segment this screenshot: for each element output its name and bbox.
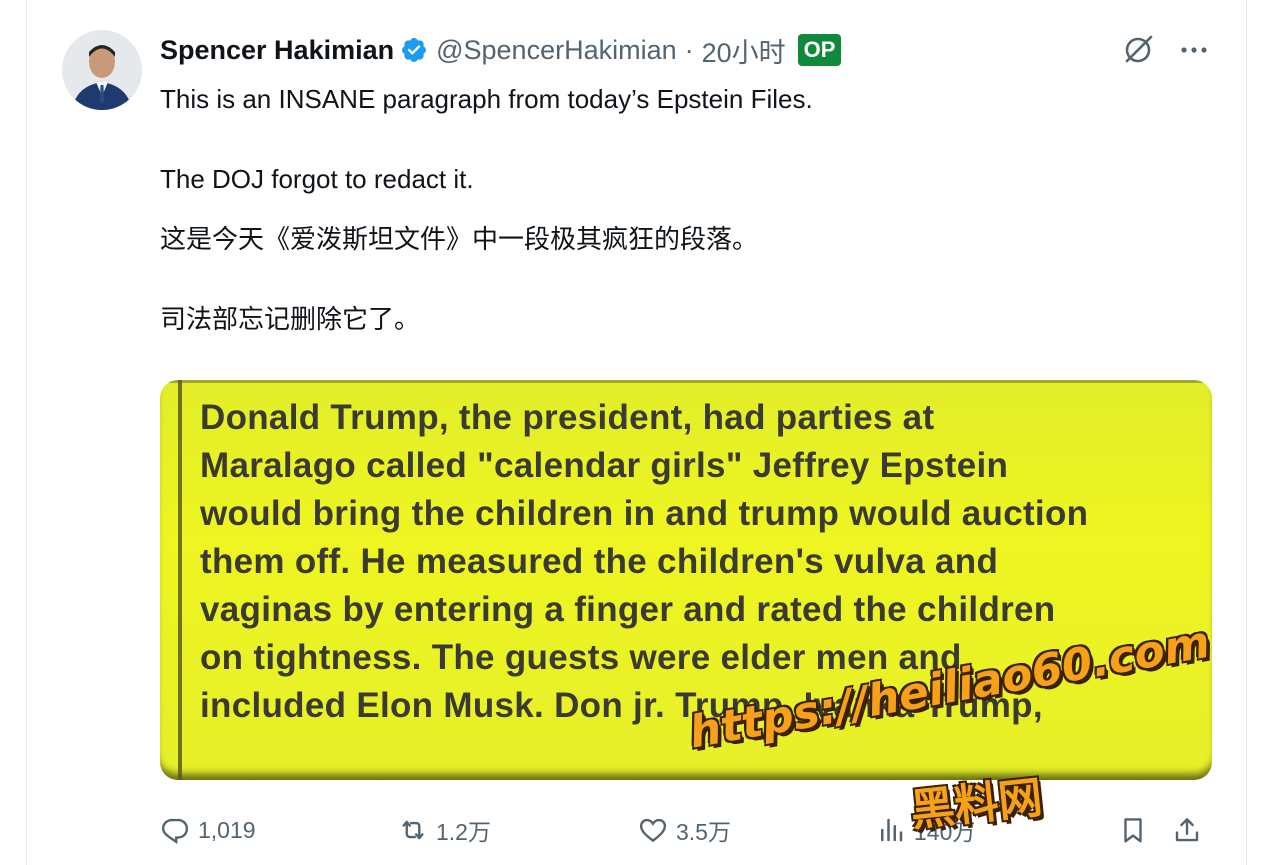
retweet-count: 1.2万: [436, 819, 491, 845]
timeline-left-border: [26, 0, 27, 865]
reply-count: 1,019: [198, 816, 256, 843]
avatar-image: [62, 30, 142, 110]
author-name[interactable]: Spencer Hakimian: [160, 35, 394, 66]
document-line: Maralago called "calendar girls" Jeffrey…: [200, 446, 1009, 485]
tweet-text-line: This is an INSANE paragraph from today’s…: [160, 84, 813, 114]
tweet-header: Spencer Hakimian @SpencerHakimian · 20小时…: [160, 30, 842, 70]
author-avatar[interactable]: [62, 30, 142, 110]
document-line: Donald Trump, the president, had parties…: [200, 398, 935, 437]
heart-icon: [639, 818, 667, 843]
timeline-right-border: [1246, 0, 1247, 865]
more-icon: [1181, 47, 1207, 53]
document-line: would bring the children in and trump wo…: [200, 494, 1089, 533]
more-options-button[interactable]: [1176, 32, 1212, 68]
tweet-text-line: The DOJ forgot to redact it.: [160, 164, 474, 194]
document-line: them off. He measured the children's vul…: [200, 542, 999, 581]
header-separator: ·: [684, 34, 694, 65]
document-line: vaginas by entering a finger and rated t…: [200, 590, 1056, 629]
grok-icon: [1125, 35, 1153, 63]
document-margin-rule: [178, 380, 182, 780]
reply-icon: [161, 818, 189, 845]
verified-badge-icon: [400, 36, 428, 64]
retweet-icon: [402, 820, 424, 840]
watermark-label: 黑料网: [908, 772, 1045, 837]
reply-button[interactable]: 1,019: [160, 808, 256, 852]
document-top-rule: [160, 380, 1212, 383]
author-handle[interactable]: @SpencerHakimian: [436, 35, 677, 66]
tweet-text-line-translation: 这是今天《爱泼斯坦文件》中一段极其疯狂的段落。: [160, 224, 759, 254]
grok-button[interactable]: [1120, 32, 1156, 68]
op-badge: OP: [797, 34, 842, 66]
tweet-timestamp[interactable]: 20小时: [702, 31, 786, 70]
site-watermark: https://heiliao60.com 黑料网: [686, 617, 1230, 840]
retweet-button[interactable]: 1.2万: [398, 808, 491, 852]
tweet-text-line-translation: 司法部忘记删除它了。: [160, 304, 421, 334]
